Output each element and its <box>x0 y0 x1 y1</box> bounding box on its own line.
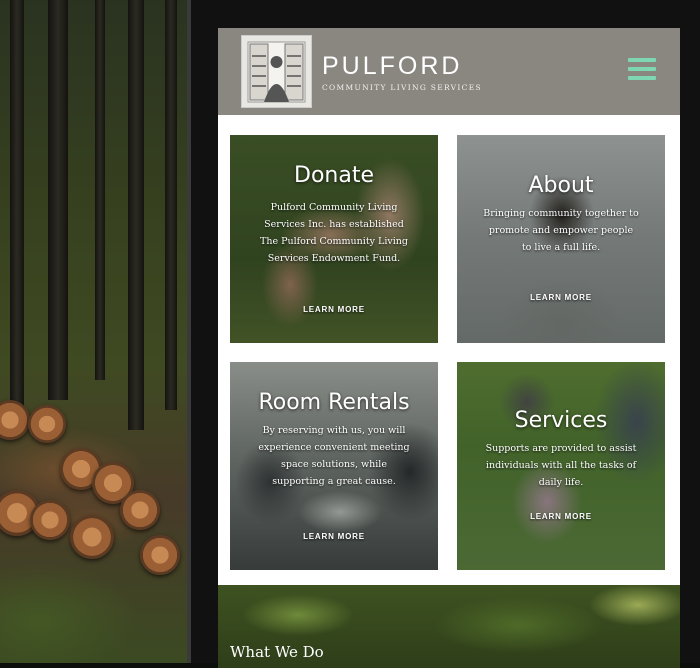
forest-background-image <box>0 0 195 663</box>
phone-frame: PULFORD COMMUNITY LIVING SERVICES Donate… <box>187 0 700 668</box>
logo-figure-icon <box>247 41 306 103</box>
phone-screen: PULFORD COMMUNITY LIVING SERVICES Donate… <box>218 28 680 668</box>
tree-trunk <box>95 0 105 380</box>
tile-title: About <box>528 173 594 198</box>
tile-about[interactable]: About Bringing community together to pro… <box>457 135 665 343</box>
log-end <box>28 405 66 443</box>
tile-description: Supports are provided to assist individu… <box>485 443 637 488</box>
site-header: PULFORD COMMUNITY LIVING SERVICES <box>218 28 680 115</box>
tile-donate[interactable]: Donate Pulford Community Living Services… <box>230 135 438 343</box>
hamburger-menu-icon[interactable] <box>628 58 656 84</box>
tile-description: Bringing community together to promote a… <box>483 208 639 253</box>
log-end <box>0 400 30 440</box>
learn-more-link[interactable]: LEARN MORE <box>230 532 438 541</box>
tile-description: By reserving with us, you will experienc… <box>258 425 410 487</box>
what-we-do-section: What We Do <box>218 585 680 668</box>
menu-bar <box>628 58 656 62</box>
pulford-logo[interactable] <box>241 35 312 108</box>
tile-title: Services <box>514 408 608 433</box>
tree-trunk <box>48 0 68 400</box>
log-end <box>30 500 70 540</box>
tile-title: Room Rentals <box>258 390 410 415</box>
tree-trunk <box>128 0 144 430</box>
tree-trunk <box>165 0 177 410</box>
learn-more-link[interactable]: LEARN MORE <box>457 293 665 302</box>
tile-description: Pulford Community Living Services Inc. h… <box>260 202 408 264</box>
brand-subtitle: COMMUNITY LIVING SERVICES <box>322 83 482 92</box>
tile-title: Donate <box>294 163 374 188</box>
tree-trunk <box>10 0 24 420</box>
tile-room-rentals[interactable]: Room Rentals By reserving with us, you w… <box>230 362 438 570</box>
log-end <box>70 515 114 559</box>
brand-name: PULFORD <box>322 52 463 80</box>
menu-bar <box>628 67 656 71</box>
log-end <box>140 535 180 575</box>
tile-services[interactable]: Services Supports are provided to assist… <box>457 362 665 570</box>
learn-more-link[interactable]: LEARN MORE <box>230 305 438 314</box>
section-title: What We Do <box>230 643 324 661</box>
learn-more-link[interactable]: LEARN MORE <box>457 512 665 521</box>
log-end <box>120 490 160 530</box>
menu-bar <box>628 76 656 80</box>
